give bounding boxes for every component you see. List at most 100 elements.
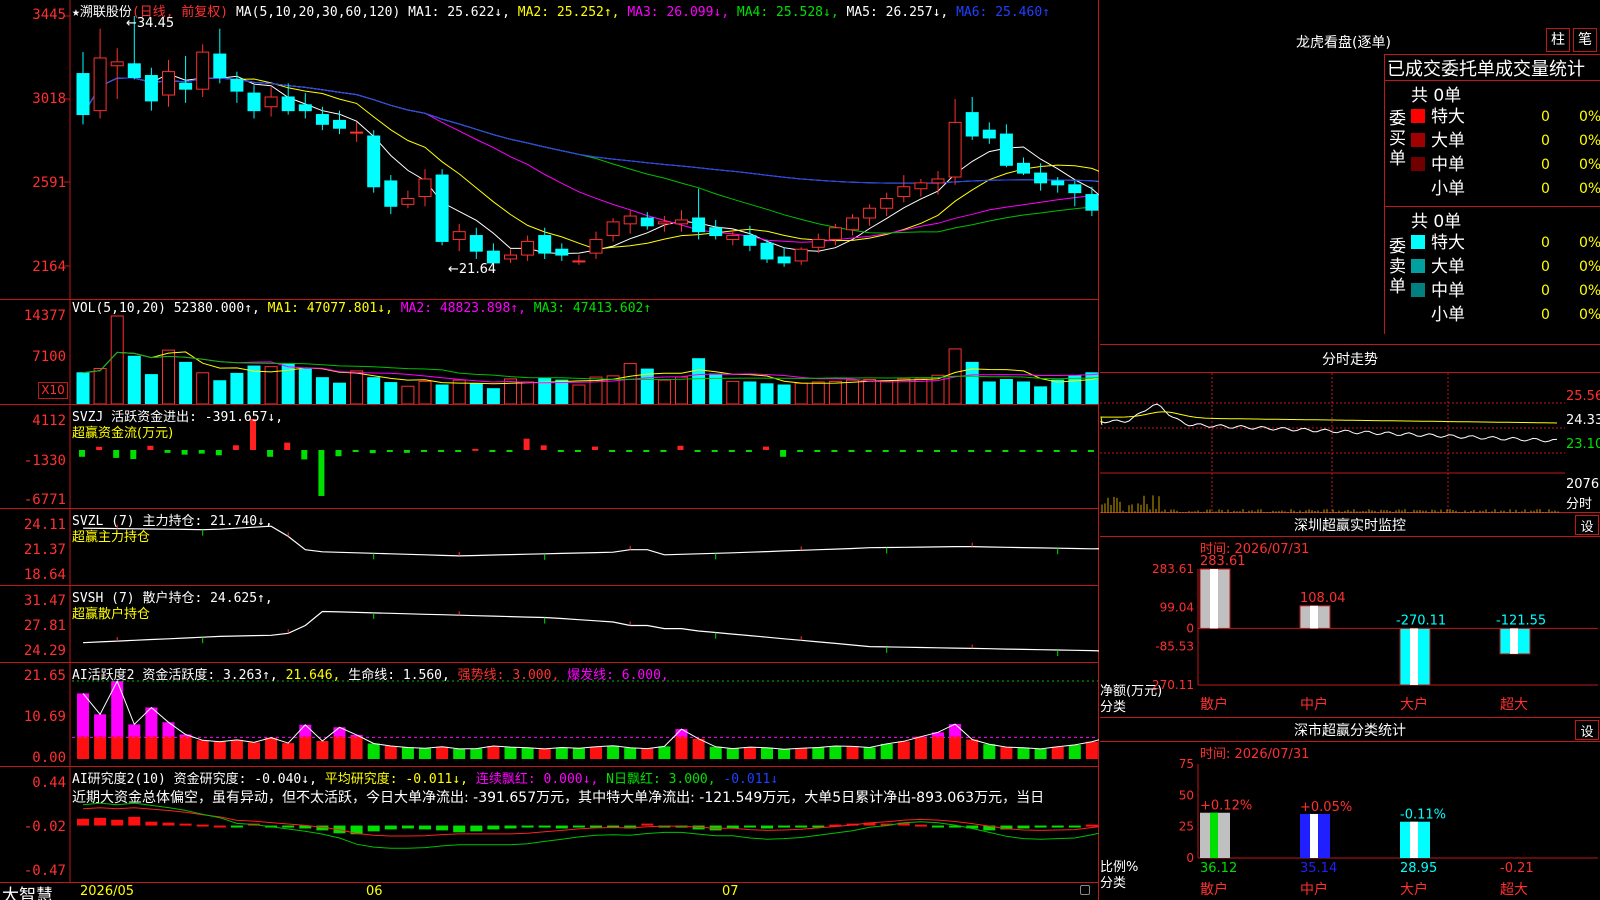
fund-flow-bar	[626, 450, 632, 452]
candle	[1018, 163, 1030, 173]
volume-bar	[470, 384, 482, 404]
holding-line	[83, 612, 1099, 654]
monitor-settings-button[interactable]: 设	[1575, 515, 1599, 535]
fund-flow-bar	[165, 450, 171, 453]
volume-bar	[812, 382, 824, 404]
research-bar	[163, 823, 175, 826]
svzl-tick: 21.37	[0, 542, 66, 558]
volume-bar	[881, 381, 893, 404]
stats-chart[interactable]: 75 50 25 0 +0.12% 36.12 散户 +0.05% 35.14 中户 -0.11% 2…	[1100, 742, 1600, 900]
category-stats-panel[interactable]: 深市超赢分类统计 设 时间: 2026/07/31 75 50 25 0 +0.12% 3…	[1100, 718, 1600, 900]
tick-mode-button[interactable]: 笔	[1573, 28, 1597, 52]
candle	[693, 218, 705, 232]
lock-icon[interactable]	[1080, 885, 1090, 895]
fund-flow-bar	[951, 450, 957, 452]
intraday-tick: 23.10	[1566, 437, 1600, 452]
activity-bar	[1069, 745, 1081, 759]
volume-bar	[487, 389, 499, 404]
fund-flow-bar	[147, 446, 153, 450]
order-size-label: 中单	[1431, 281, 1465, 301]
volume-bar	[744, 382, 756, 404]
volume-bar	[436, 385, 448, 404]
candle	[795, 249, 807, 261]
order-count: 0	[1541, 129, 1550, 153]
activity-bar	[795, 748, 807, 759]
fund-flow-bar	[575, 450, 581, 452]
svsh-pane[interactable]: SVSH (7) 散户持仓: 24.625↑, 超赢散户持仓 31.47 27.…	[0, 586, 1099, 663]
ai1-tick: 0.00	[0, 750, 66, 766]
monitor-chart[interactable]: 283.61 99.04 0 -85.53 -270.11 283.61 散户 108.04 中…	[1100, 537, 1600, 717]
ai2-note: 近期大资金总体偏空，虽有异动，但不太活跃，今日大单净流出: -391.657万元…	[72, 787, 1097, 807]
volume-bar	[693, 359, 705, 404]
ai-activity-pane[interactable]: AI活跃度2 资金活跃度: 3.263↑, 21.646, 生命线: 1.560…	[0, 663, 1099, 767]
order-percent: 0%	[1579, 153, 1600, 177]
fund-flow-bar	[438, 450, 444, 452]
fund-flow-bar	[507, 450, 513, 452]
activity-bar	[881, 744, 893, 759]
research-bar	[402, 826, 414, 829]
dragon-tiger-panel: 龙虎看盘(逐单) 柱 笔 已成交委托单成交量统计 委买单 共 0单 特大 0 0% 大…	[1100, 0, 1600, 345]
ma5-line	[83, 78, 1099, 205]
research-bar	[761, 826, 773, 829]
price-tick: 3445	[0, 7, 66, 23]
time-axis[interactable]: 大智慧 2026/05 06 07	[0, 882, 1099, 900]
monitor-bar-highlight	[1210, 569, 1218, 628]
vol-unit[interactable]: X10	[38, 382, 68, 399]
kline-area[interactable]: ★溯联股份(日线, 前复权) MA(5,10,20,30,60,120) MA1…	[0, 0, 1099, 900]
research-bar	[795, 826, 807, 828]
vol-ma1: MA1: 47077.801↓,	[268, 301, 393, 316]
svzj-pane[interactable]: SVZJ 活跃资金进出: -391.657↓, 超赢资金流(万元) 4112 -…	[0, 405, 1099, 509]
ai-research-pane[interactable]: AI研究度2(10) 资金研究度: -0.040↓, 平均研究度: -0.011…	[0, 767, 1099, 882]
x-label: 2026/05	[80, 884, 134, 899]
candle	[676, 220, 688, 224]
stats-settings-button[interactable]: 设	[1575, 720, 1599, 740]
stats-tick: 25	[1179, 820, 1194, 834]
research-bar	[932, 826, 944, 828]
activity-bar	[282, 743, 294, 759]
activity-burst-bar	[299, 725, 311, 738]
candle	[590, 239, 602, 253]
monitor-value-label: 283.61	[1200, 554, 1246, 569]
order-tabs[interactable]: 已成交委托单成交量统计	[1384, 54, 1600, 80]
candle	[368, 136, 380, 187]
volume-bar	[829, 381, 841, 404]
bar-mode-button[interactable]: 柱	[1546, 28, 1570, 52]
fund-flow-bar	[216, 450, 222, 455]
intraday-tick: 25.56	[1566, 389, 1600, 404]
fund-flow-bar	[866, 450, 872, 452]
svzl-pane[interactable]: SVZL (7) 主力持仓: 21.740↓, 超赢主力持仓 24.11 21.…	[0, 509, 1099, 586]
intraday-panel[interactable]: 分时走势 25.56 24.33 23.10 2076 分时	[1100, 345, 1600, 513]
activity-bar	[334, 736, 346, 759]
volume-pane[interactable]: VOL(5,10,20) 52380.000↑, MA1: 47077.801↓…	[0, 300, 1099, 405]
research-bar	[1035, 826, 1047, 828]
research-bar	[487, 826, 499, 830]
activity-bar	[539, 749, 551, 759]
fund-flow-bar	[301, 450, 307, 459]
realtime-monitor-panel[interactable]: 深圳超赢实时监控 设 时间: 2026/07/31 283.61 99.04 0 -8…	[1100, 513, 1600, 718]
intraday-chart[interactable]	[1100, 373, 1565, 513]
volume-bar	[1035, 387, 1047, 404]
swatch-icon	[1411, 157, 1425, 171]
monitor-tick: 0	[1186, 621, 1194, 635]
monitor-bar-highlight	[1310, 606, 1318, 629]
candle	[505, 255, 517, 259]
svzl-tick: 18.64	[0, 567, 66, 583]
fund-flow-bar	[318, 450, 324, 496]
price-chart[interactable]	[0, 0, 1099, 300]
activity-bar	[693, 739, 705, 759]
activity-bar	[744, 747, 756, 759]
order-row-sell: 小单 0 0%	[1411, 303, 1600, 327]
vol-ma2: MA2: 48823.898↑,	[401, 301, 526, 316]
brand-logo[interactable]: 大智慧	[2, 881, 53, 900]
svsh-tick: 27.81	[0, 618, 66, 634]
monitor-tick: 283.61	[1152, 562, 1194, 576]
ma6-line	[83, 78, 1099, 185]
svzj-tick: -6771	[0, 492, 66, 508]
price-pane[interactable]: ★溯联股份(日线, 前复权) MA(5,10,20,30,60,120) MA1…	[0, 0, 1099, 300]
candle	[470, 236, 482, 252]
volume-bar	[727, 381, 739, 404]
candle	[915, 183, 927, 189]
candle	[949, 122, 961, 177]
volume-bar	[180, 362, 192, 404]
research-bar	[556, 826, 568, 829]
